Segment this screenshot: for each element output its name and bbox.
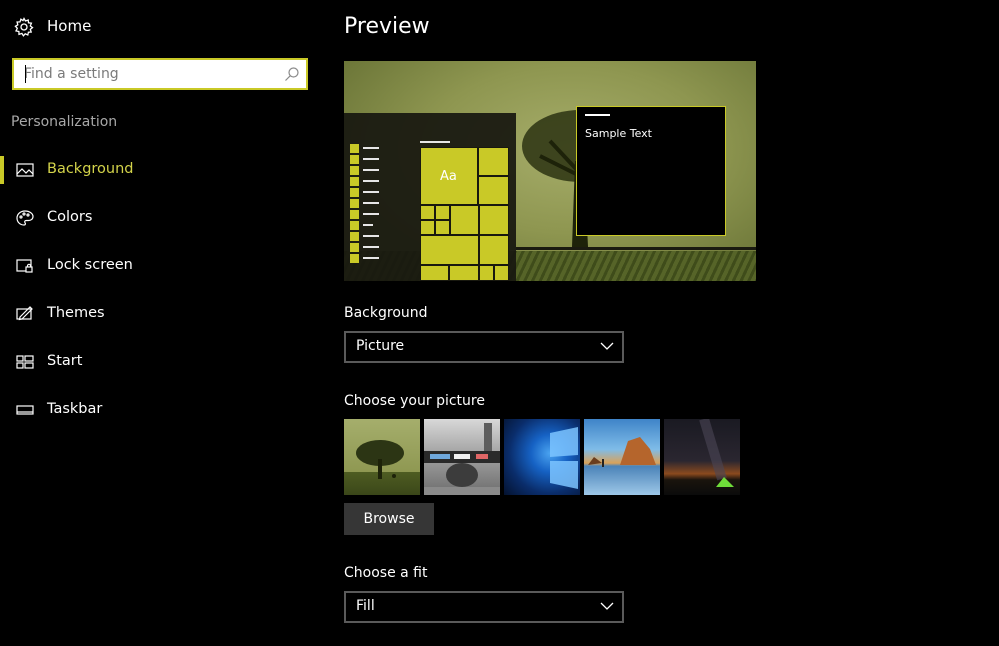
menu-line	[363, 180, 379, 182]
sidebar-item-colors[interactable]: Colors	[0, 198, 320, 238]
preview-tile	[435, 220, 450, 235]
sidebar-item-label: Start	[47, 353, 83, 369]
fit-label: Choose a fit	[344, 565, 428, 581]
window-title-line	[585, 114, 610, 116]
ground-line	[516, 247, 756, 250]
text-caret	[25, 65, 26, 83]
sidebar-item-start[interactable]: Start	[0, 342, 320, 382]
preview-tile	[420, 265, 449, 281]
sidebar-item-label: Background	[47, 161, 134, 177]
beach-image	[588, 437, 656, 467]
windows-logo-image	[550, 427, 578, 489]
search-box	[12, 58, 308, 90]
preview-start-menu: Aa	[344, 113, 516, 281]
menu-square	[350, 155, 359, 164]
tiles-header-line	[420, 141, 450, 143]
search-icon[interactable]	[284, 66, 300, 82]
chevron-down-icon	[600, 602, 614, 610]
sidebar-item-label: Themes	[47, 305, 105, 321]
background-dropdown[interactable]: Picture	[344, 331, 624, 363]
menu-line	[363, 202, 379, 204]
menu-square	[350, 232, 359, 241]
preview-tile	[478, 176, 509, 205]
preview-tile	[435, 205, 450, 220]
chevron-down-icon	[600, 342, 614, 350]
main-content: Preview Aa Sample Text Background Pictur…	[344, 0, 984, 646]
thumbnail-windows-10-hero[interactable]	[504, 419, 580, 495]
preview-tile	[478, 147, 509, 176]
preview-window-text: Sample Text	[585, 127, 652, 140]
menu-line	[363, 147, 379, 149]
preview-tile	[420, 235, 479, 265]
preview-tile	[479, 235, 509, 265]
menu-line	[363, 246, 379, 248]
thumbnail-city-billboard[interactable]	[424, 419, 500, 495]
sidebar-item-label: Colors	[47, 209, 93, 225]
preview-tile	[449, 265, 479, 281]
sidebar-item-themes[interactable]: Themes	[0, 294, 320, 334]
sidebar-item-lock-screen[interactable]: Lock screen	[0, 246, 320, 286]
preview-tile	[479, 265, 494, 281]
preview-tile-text: Aa	[440, 169, 457, 184]
menu-line	[363, 257, 379, 259]
thumbnail-night-sky-tent[interactable]	[664, 419, 740, 495]
sidebar: Home Personalization Background	[0, 0, 322, 646]
active-indicator	[0, 156, 4, 184]
menu-line	[363, 169, 379, 171]
home-nav-item[interactable]: Home	[0, 8, 320, 44]
thumbnail-beach-rocks[interactable]	[584, 419, 660, 495]
themes-icon	[16, 306, 33, 321]
menu-square	[350, 243, 359, 252]
fit-dropdown-value: Fill	[356, 598, 375, 614]
background-dropdown-value: Picture	[356, 338, 405, 354]
palette-icon	[16, 210, 34, 226]
sidebar-item-label: Taskbar	[47, 401, 103, 417]
menu-square	[350, 188, 359, 197]
taskbar-icon	[16, 405, 34, 415]
sidebar-item-background[interactable]: Background	[0, 150, 320, 190]
menu-square	[350, 199, 359, 208]
preview-tiles: Aa	[420, 147, 510, 281]
preview-window: Sample Text	[576, 106, 726, 236]
browse-button[interactable]: Browse	[344, 503, 434, 535]
background-label: Background	[344, 305, 428, 321]
section-title: Personalization	[11, 114, 118, 130]
menu-line	[363, 158, 379, 160]
night-sky-image	[699, 419, 734, 487]
menu-square	[350, 221, 359, 230]
preview-pane: Aa Sample Text	[344, 61, 756, 281]
menu-square	[350, 166, 359, 175]
sidebar-item-label: Lock screen	[47, 257, 133, 273]
sidebar-item-taskbar[interactable]: Taskbar	[0, 390, 320, 430]
menu-square	[350, 210, 359, 219]
picture-icon	[16, 163, 34, 177]
preview-tile	[420, 205, 435, 220]
menu-line	[363, 191, 379, 193]
preview-tile	[450, 205, 479, 235]
menu-square	[350, 254, 359, 263]
lock-screen-icon	[16, 259, 33, 273]
search-input[interactable]	[14, 60, 284, 88]
preview-tile	[479, 205, 509, 235]
preview-tile	[494, 265, 509, 281]
thumbnail-tree-on-green[interactable]	[344, 419, 420, 495]
choose-picture-label: Choose your picture	[344, 393, 485, 409]
gear-icon	[14, 17, 34, 37]
menu-line	[363, 213, 379, 215]
preview-tile	[420, 220, 435, 235]
menu-line	[363, 235, 379, 237]
city-image	[424, 423, 500, 495]
tree-image	[356, 440, 404, 479]
fit-dropdown[interactable]: Fill	[344, 591, 624, 623]
menu-square	[350, 144, 359, 153]
start-icon	[16, 355, 34, 369]
menu-square	[350, 177, 359, 186]
home-label: Home	[47, 17, 92, 35]
picture-thumbnails	[344, 419, 744, 495]
preview-tile-large: Aa	[420, 147, 478, 205]
page-title: Preview	[344, 14, 430, 39]
menu-line	[363, 224, 373, 226]
